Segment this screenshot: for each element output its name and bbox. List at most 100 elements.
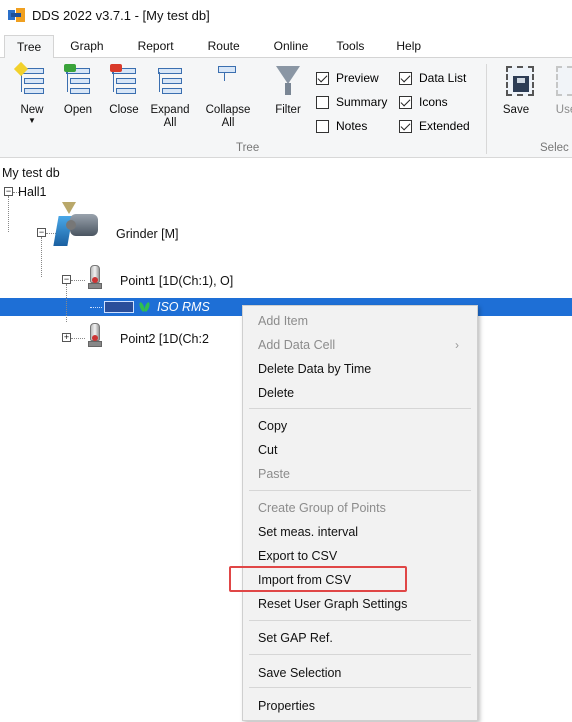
use-icon xyxy=(550,64,572,100)
data-list-checkbox[interactable]: Data List xyxy=(399,66,470,90)
new-button[interactable]: New ▼ xyxy=(10,61,54,125)
view-options-col1: Preview Summary Notes xyxy=(316,66,387,138)
tree-node-grinder[interactable]: Grinder [M] xyxy=(116,227,179,241)
grinder-collapse-icon[interactable]: − xyxy=(37,228,46,237)
ribbon-panel: New ▼ Open Close Expand All Collapse All… xyxy=(0,58,572,158)
filter-button-label: Filter xyxy=(275,104,301,116)
summary-checkbox[interactable]: Summary xyxy=(316,90,387,114)
menu-item-add-item[interactable]: Add Item xyxy=(243,309,477,333)
channel-data-icon xyxy=(104,301,134,313)
new-dropdown-arrow-icon[interactable]: ▼ xyxy=(10,117,54,125)
tree-root-node[interactable]: My test db xyxy=(2,166,60,180)
tree-group-label: Tree xyxy=(236,142,260,154)
menu-item-delete[interactable]: Delete xyxy=(243,381,477,405)
context-menu: Add Item Add Data Cell › Delete Data by … xyxy=(242,305,478,721)
select-group-label: Selec xyxy=(540,142,569,154)
tab-graph[interactable]: Graph xyxy=(58,35,115,57)
save-button-label: Save xyxy=(502,104,530,116)
menu-item-paste[interactable]: Paste xyxy=(243,462,477,486)
tab-tools[interactable]: Tools xyxy=(324,35,376,57)
summary-label: Summary xyxy=(336,95,388,109)
open-tree-icon xyxy=(62,64,94,100)
tree-node-iso-rms[interactable]: ISO RMS xyxy=(157,300,210,314)
tab-help[interactable]: Help xyxy=(384,35,433,57)
submenu-arrow-icon: › xyxy=(455,338,459,352)
data-list-check-icon[interactable] xyxy=(399,71,412,85)
use-button[interactable]: Use xyxy=(544,64,572,117)
ribbon-separator xyxy=(486,64,487,154)
preview-check-icon[interactable] xyxy=(316,71,329,85)
menu-separator xyxy=(249,490,471,491)
expand-all-label-1: Expand xyxy=(150,104,190,116)
point1-sensor-icon xyxy=(88,265,102,291)
point2-expand-icon[interactable]: + xyxy=(62,333,71,342)
menu-item-set-meas-interval[interactable]: Set meas. interval xyxy=(243,520,477,544)
icons-checkbox[interactable]: Icons xyxy=(399,90,470,114)
open-button-label: Open xyxy=(63,104,93,116)
tree-line xyxy=(8,196,9,232)
data-list-label: Data List xyxy=(419,71,467,85)
collapse-all-icon xyxy=(212,64,244,100)
grinder-machine-icon xyxy=(53,202,100,250)
icons-check-icon[interactable] xyxy=(399,95,412,109)
expand-all-label-2: All xyxy=(163,117,177,129)
ribbon-tabs: Tree Graph Report Route Online Tools Hel… xyxy=(0,35,572,58)
tab-report[interactable]: Report xyxy=(126,35,186,57)
app-icon xyxy=(8,8,26,22)
menu-item-save-selection[interactable]: Save Selection xyxy=(243,661,477,685)
view-options-col2: Data List Icons Extended xyxy=(399,66,470,138)
extended-checkbox[interactable]: Extended xyxy=(399,114,470,138)
tree-line xyxy=(90,307,102,308)
menu-separator xyxy=(249,408,471,409)
notes-check-icon[interactable] xyxy=(316,119,329,133)
point1-collapse-icon[interactable]: − xyxy=(62,275,71,284)
menu-item-properties[interactable]: Properties xyxy=(243,694,477,718)
menu-item-reset-user-graph-settings[interactable]: Reset User Graph Settings xyxy=(243,592,477,616)
collapse-all-label-2: All xyxy=(221,117,235,129)
point2-sensor-icon xyxy=(88,323,102,349)
menu-item-copy[interactable]: Copy xyxy=(243,414,477,438)
tree-node-hall1[interactable]: Hall1 xyxy=(18,185,47,199)
menu-item-cut[interactable]: Cut xyxy=(243,438,477,462)
expand-all-icon xyxy=(154,64,186,100)
hall-collapse-icon[interactable]: − xyxy=(4,187,13,196)
menu-item-set-gap-ref[interactable]: Set GAP Ref. xyxy=(243,626,477,650)
close-button[interactable]: Close xyxy=(102,64,146,117)
use-button-label: Use xyxy=(555,104,572,116)
tree-node-point2[interactable]: Point2 [1D(Ch:2 xyxy=(120,332,209,346)
collapse-all-button[interactable]: Collapse All xyxy=(200,64,256,130)
tab-tree[interactable]: Tree xyxy=(4,35,55,58)
extended-check-icon[interactable] xyxy=(399,119,412,133)
new-tree-icon xyxy=(13,61,48,100)
close-tree-icon xyxy=(108,64,140,100)
save-button[interactable]: Save xyxy=(494,64,538,117)
extended-label: Extended xyxy=(419,119,470,133)
menu-item-export-to-csv[interactable]: Export to CSV xyxy=(243,544,477,568)
icons-label: Icons xyxy=(419,95,448,109)
save-disk-icon xyxy=(500,64,534,100)
notes-checkbox[interactable]: Notes xyxy=(316,114,387,138)
menu-item-delete-data-by-time[interactable]: Delete Data by Time xyxy=(243,357,477,381)
preview-label: Preview xyxy=(336,71,379,85)
open-button[interactable]: Open xyxy=(56,64,100,117)
window-title: DDS 2022 v3.7.1 - [My test db] xyxy=(32,7,210,23)
menu-item-add-data-cell-label: Add Data Cell xyxy=(258,338,336,352)
summary-check-icon[interactable] xyxy=(316,95,329,109)
tree-node-point1[interactable]: Point1 [1D(Ch:1), O] xyxy=(120,274,233,288)
filter-funnel-icon xyxy=(272,64,304,100)
expand-all-button[interactable]: Expand All xyxy=(144,64,196,130)
title-bar: DDS 2022 v3.7.1 - [My test db] xyxy=(0,0,572,30)
filter-button[interactable]: Filter xyxy=(266,64,310,117)
menu-item-add-data-cell[interactable]: Add Data Cell › xyxy=(243,333,477,357)
menu-item-create-group-of-points[interactable]: Create Group of Points xyxy=(243,496,477,520)
tree-line xyxy=(41,237,42,277)
tab-route[interactable]: Route xyxy=(196,35,252,57)
close-button-label: Close xyxy=(109,104,139,116)
menu-separator xyxy=(249,687,471,688)
tab-online[interactable]: Online xyxy=(262,35,321,57)
collapse-all-label-1: Collapse xyxy=(205,104,251,116)
tree-line xyxy=(71,280,85,281)
notes-label: Notes xyxy=(336,119,368,133)
preview-checkbox[interactable]: Preview xyxy=(316,66,387,90)
tree-line xyxy=(71,338,85,339)
